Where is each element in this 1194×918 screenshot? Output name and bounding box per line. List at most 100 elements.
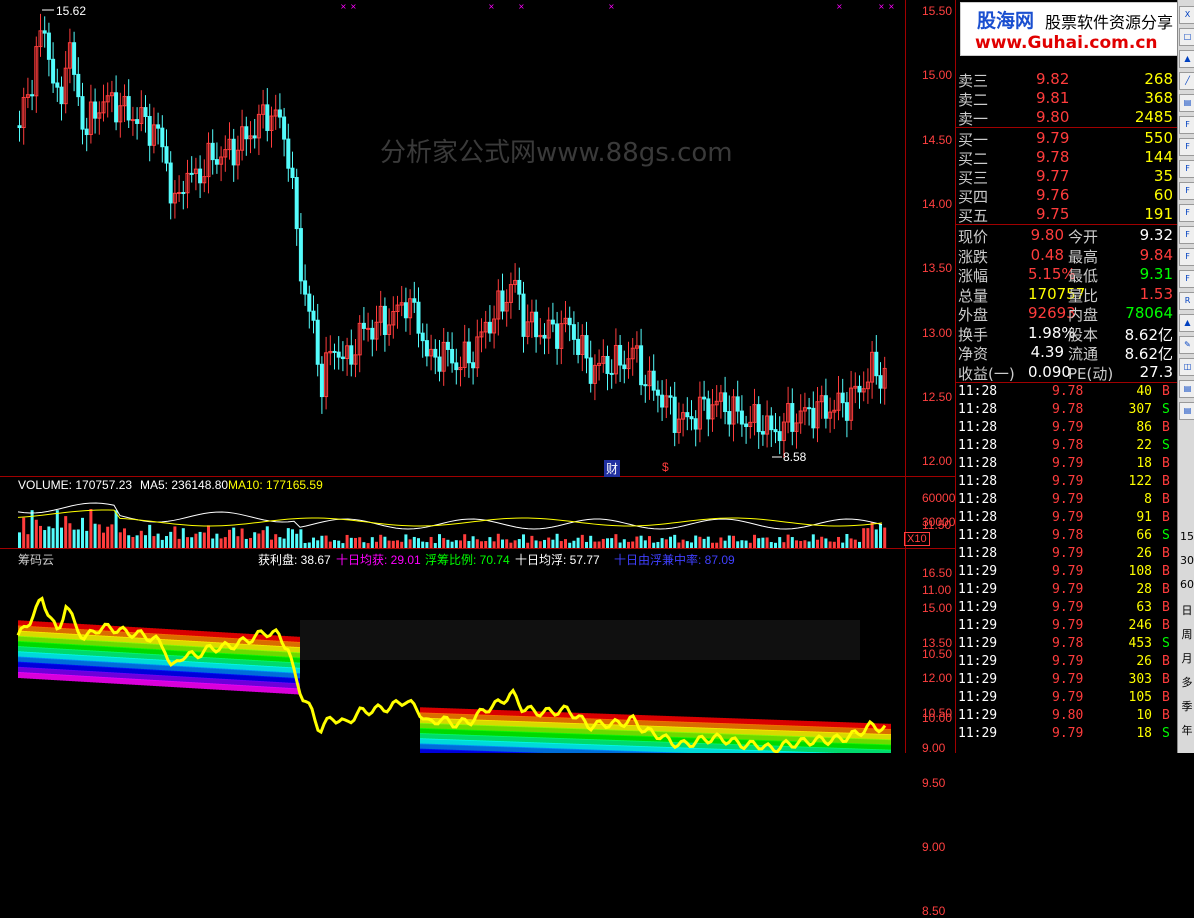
chip-cloud-band [573,728,576,734]
period-selector[interactable]: 日 [1179,602,1194,618]
chip-cloud-band [630,730,633,736]
chip-cloud-band [42,637,45,643]
tick-row[interactable]: 11:299.8010B [956,708,1177,726]
tick-row[interactable]: 11:289.7840B [956,384,1177,402]
bid-row[interactable]: 买二9.78144 [956,148,1177,167]
bid-row[interactable]: 买三9.7735 [956,167,1177,186]
chip-cloud-band [516,711,519,717]
quote-label: 现价 [958,226,988,247]
chip-cloud-band [615,745,618,751]
ask-row[interactable]: 卖一9.802485 [956,108,1177,127]
period-selector[interactable]: 30 [1179,554,1194,567]
toolbar-button[interactable]: F [1179,182,1194,200]
chip-cloud-band [735,718,738,724]
chip-cloud-band [120,668,123,674]
tick-row[interactable]: 11:289.79122B [956,474,1177,492]
volume-bar [409,539,412,548]
kline-candle [157,125,160,128]
tick-price: 9.79 [1052,600,1083,615]
toolbar-button[interactable]: F [1179,116,1194,134]
tick-row[interactable]: 11:299.7928B [956,582,1177,600]
tick-row[interactable]: 11:299.79303B [956,672,1177,690]
period-selector[interactable]: 多 [1179,674,1194,690]
chip-cloud-band [612,735,615,741]
toolbar-button[interactable]: ◫ [1179,358,1194,376]
period-selector[interactable]: 周 [1179,626,1194,642]
tick-row[interactable]: 11:299.7918S [956,726,1177,744]
tick-row[interactable]: 11:289.7926B [956,546,1177,564]
chip-cloud-band [738,719,741,725]
period-selector[interactable]: 月 [1179,650,1194,666]
chip-cloud-band [546,743,549,749]
tick-row[interactable]: 11:299.7926B [956,654,1177,672]
chip-cloud-band [825,747,828,753]
tick-row[interactable]: 11:289.78307S [956,402,1177,420]
period-selector[interactable]: 15 [1179,530,1194,543]
dividend-marker[interactable]: $ [662,460,669,474]
chip-cloud-band [234,664,237,670]
period-selector[interactable]: 年 [1179,722,1194,738]
ask-row[interactable]: 卖三9.82268 [956,70,1177,89]
tick-row[interactable]: 11:289.7986B [956,420,1177,438]
toolbar-button[interactable]: ▤ [1179,380,1194,398]
toolbar-button[interactable]: F [1179,248,1194,266]
chip-cloud-band [117,642,120,648]
chip-cloud-band [117,678,120,684]
toolbar-button[interactable]: F [1179,270,1194,288]
toolbar-button[interactable]: F [1179,138,1194,156]
bid-row[interactable]: 买四9.7660 [956,186,1177,205]
tick-row[interactable]: 11:289.7822S [956,438,1177,456]
tick-row[interactable]: 11:299.79246B [956,618,1177,636]
chip-cloud-band [210,657,213,663]
chart-canvas[interactable]: ×××××××× [0,0,905,753]
quote-value: 27.3 [1140,363,1173,381]
chip-cloud-band [606,735,609,741]
tick-row[interactable]: 11:289.7918B [956,456,1177,474]
ask-price: 9.81 [1036,89,1069,107]
bid-row[interactable]: 买五9.75191 [956,205,1177,224]
toolbar-button[interactable]: F [1179,160,1194,178]
chip-cloud-band [21,657,24,663]
chip-cloud-band [198,672,201,678]
tick-row[interactable]: 11:289.7866S [956,528,1177,546]
chip-cloud-band [435,713,438,719]
toolbar-button[interactable]: ▲ [1179,314,1194,332]
volume-bar [484,541,487,548]
bid-row[interactable]: 买一9.79550 [956,129,1177,148]
chip-cloud-band [567,749,570,753]
chip-cloud-band [249,670,252,676]
finance-marker[interactable]: 财 [604,460,620,477]
period-selector[interactable]: 60 [1179,578,1194,591]
toolbar-button[interactable]: Ⅹ [1179,6,1194,24]
tick-row[interactable]: 11:299.7963B [956,600,1177,618]
period-selector[interactable]: 季 [1179,698,1194,714]
toolbar-button[interactable]: □ [1179,28,1194,46]
chip-cloud-band [90,671,93,677]
chip-cloud-band [444,744,447,750]
volume-bar [253,532,256,548]
toolbar-button[interactable]: F [1179,204,1194,222]
tick-row[interactable]: 11:289.7991B [956,510,1177,528]
kline-candle [661,395,664,407]
toolbar-button[interactable]: ╱ [1179,72,1194,90]
tick-row[interactable]: 11:299.79105B [956,690,1177,708]
toolbar-button[interactable]: F [1179,226,1194,244]
chip-cloud-band [24,672,27,678]
ask-row[interactable]: 卖二9.81368 [956,89,1177,108]
tick-row[interactable]: 11:299.79108B [956,564,1177,582]
chip-cloud-band [84,655,87,661]
toolbar-button[interactable]: R [1179,292,1194,310]
chip-cloud-band [153,654,156,660]
tick-row[interactable]: 11:299.78453S [956,636,1177,654]
chip-cloud-band [804,721,807,727]
chip-cloud-band [702,748,705,753]
tick-row[interactable]: 11:289.798B [956,492,1177,510]
chip-cloud-band [51,664,54,670]
toolbar-button[interactable]: ▲ [1179,50,1194,68]
logo-banner[interactable]: 股海网 股票软件资源分享 www.Guhai.com.cn [960,2,1194,56]
toolbar-button[interactable]: ▤ [1179,94,1194,112]
chip-cloud-band [72,655,75,661]
toolbar-button[interactable]: ▤ [1179,402,1194,420]
chip-cloud-band [621,735,624,741]
toolbar-button[interactable]: ✎ [1179,336,1194,354]
